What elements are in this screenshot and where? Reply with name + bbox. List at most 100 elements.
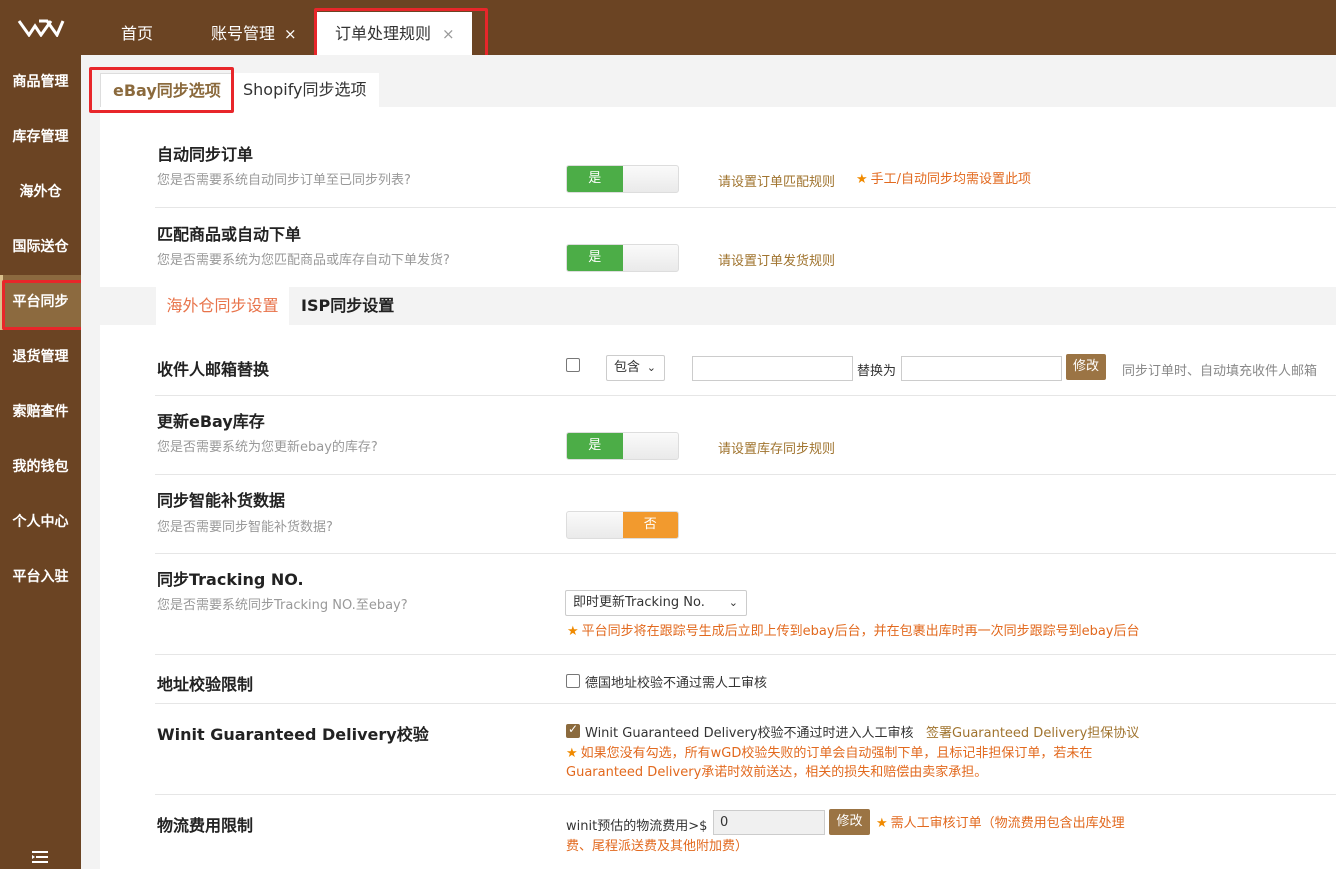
collapse-menu-icon[interactable] [32, 851, 48, 863]
tab-isp-sync-settings[interactable]: ISP同步设置 [301, 287, 394, 325]
tab-account-management[interactable]: 账号管理 × [211, 12, 297, 55]
logistics-title: 物流费用限制 [157, 816, 254, 835]
guaranteed-title: Winit Guaranteed Delivery校验 [157, 725, 429, 744]
sidebar-item-international[interactable]: 国际送仓 [0, 220, 81, 275]
match-subtitle: 您是否需要系统为您匹配商品或库存自动下单发货? [157, 253, 450, 268]
subtab-label: eBay同步选项 [113, 81, 221, 100]
sidebar: 商品管理 库存管理 海外仓 国际送仓 平台同步 退货管理 索赔查件 我的钱包 个… [0, 55, 81, 869]
sidebar-item-platform-sync[interactable]: 平台同步 [0, 275, 81, 330]
stock-sync-rule-link[interactable]: 请设置库存同步规则 [718, 438, 835, 457]
ebay-stock-title: 更新eBay库存 [157, 412, 265, 431]
chevron-down-icon: ⌄ [646, 361, 656, 374]
toggle-off-label: 否 [622, 512, 678, 538]
divider [155, 553, 1336, 554]
tab-order-rules[interactable]: 订单处理规则 × [316, 12, 472, 55]
guaranteed-note: ★ 如果您没有勾选，所有wGD校验失败的订单会自动强制下单，且标记非担保订单，若未… [566, 744, 1092, 782]
subtab-shopify-sync[interactable]: Shopify同步选项 [231, 73, 379, 107]
tab-label: 首页 [121, 24, 154, 43]
subtab-ebay-sync[interactable]: eBay同步选项 [100, 73, 234, 107]
toggle-on-label: 是 [567, 433, 623, 459]
star-icon: ★ [567, 624, 579, 639]
toggle-knob [623, 166, 679, 192]
sidebar-item-label: 库存管理 [12, 129, 69, 145]
address-check-label: 德国地址校验不通过需人工审核 [585, 676, 768, 691]
email-replace-checkbox[interactable] [566, 358, 580, 372]
auto-sync-note: ★ 手工/自动同步均需设置此项 [856, 170, 1031, 189]
guaranteed-agreement-link[interactable]: 签署Guaranteed Delivery担保协议 [926, 722, 1139, 741]
star-icon: ★ [856, 172, 868, 187]
auto-sync-toggle[interactable]: 是 [566, 165, 679, 193]
tracking-mode-select[interactable]: 即时更新Tracking No. ⌄ [565, 590, 747, 616]
guaranteed-checkbox[interactable] [566, 722, 580, 738]
tracking-subtitle: 您是否需要系统同步Tracking NO.至ebay? [157, 598, 408, 613]
match-title: 匹配商品或自动下单 [157, 225, 302, 244]
logo[interactable] [0, 0, 81, 55]
sidebar-item-label: 退货管理 [12, 349, 69, 365]
logistics-modify-button[interactable]: 修改 [829, 809, 870, 835]
toggle-knob [567, 512, 623, 538]
sidebar-item-overseas-warehouse[interactable]: 海外仓 [0, 165, 81, 220]
divider [155, 703, 1336, 704]
sidebar-item-onboarding[interactable]: 平台入驻 [0, 550, 81, 605]
star-icon: ★ [566, 746, 578, 761]
sidebar-item-label: 平台入驻 [12, 569, 69, 585]
sidebar-item-wallet[interactable]: 我的钱包 [0, 440, 81, 495]
select-value: 即时更新Tracking No. [573, 595, 705, 610]
sidebar-item-returns[interactable]: 退货管理 [0, 330, 81, 385]
divider [155, 794, 1336, 795]
logistics-note-line2: 费、尾程派送费及其他附加费） [566, 839, 749, 854]
tab-home[interactable]: 首页 [121, 12, 153, 55]
select-value: 包含 [614, 360, 641, 375]
sidebar-item-products[interactable]: 商品管理 [0, 55, 81, 110]
close-icon[interactable]: × [284, 25, 297, 43]
match-toggle[interactable]: 是 [566, 244, 679, 272]
email-match-select[interactable]: 包含 ⌄ [606, 355, 665, 381]
address-check-title: 地址校验限制 [157, 675, 254, 694]
sidebar-item-inventory[interactable]: 库存管理 [0, 110, 81, 165]
shipping-rule-link[interactable]: 请设置订单发货规则 [718, 250, 835, 269]
tracking-note-text: 平台同步将在跟踪号生成后立即上传到ebay后台，并在包裹出库时再一次同步跟踪号到… [581, 624, 1140, 639]
sidebar-item-profile[interactable]: 个人中心 [0, 495, 81, 550]
sidebar-item-label: 国际送仓 [12, 239, 69, 255]
email-replace-title: 收件人邮箱替换 [157, 360, 270, 379]
close-icon[interactable]: × [442, 25, 455, 43]
guaranteed-note-line2: Guaranteed Delivery承诺时效前送达，相关的损失和赔偿由卖家承担… [566, 765, 988, 780]
tab-label: 订单处理规则 [335, 24, 432, 43]
replenish-toggle[interactable]: 否 [566, 511, 679, 539]
tab-overseas-sync-settings[interactable]: 海外仓同步设置 [156, 287, 289, 325]
guaranteed-label: Winit Guaranteed Delivery校验不通过时进入人工审核 [585, 726, 914, 741]
ebay-stock-subtitle: 您是否需要系统为您更新ebay的库存? [157, 440, 378, 455]
email-modify-button[interactable]: 修改 [1066, 354, 1106, 380]
email-match-input[interactable] [692, 356, 853, 381]
order-match-rule-link[interactable]: 请设置订单匹配规则 [718, 171, 835, 190]
toggle-on-label: 是 [567, 166, 623, 192]
star-icon: ★ [876, 816, 888, 831]
address-check-checkbox[interactable] [566, 674, 580, 688]
sidebar-item-label: 我的钱包 [12, 459, 69, 475]
sidebar-item-label: 索赔查件 [12, 404, 69, 420]
divider [155, 474, 1336, 475]
toggle-knob [623, 433, 679, 459]
toggle-knob [623, 245, 679, 271]
auto-sync-title: 自动同步订单 [157, 145, 254, 164]
content-gutter [81, 55, 100, 869]
logistics-fee-input[interactable]: 0 [713, 810, 825, 835]
divider [155, 207, 1336, 208]
toggle-on-label: 是 [567, 245, 623, 271]
top-bar: 首页 账号管理 × 订单处理规则 × [0, 0, 1336, 55]
logistics-note-line1: 需人工审核订单（物流费用包含出库处理 [890, 816, 1125, 831]
replenish-subtitle: 您是否需要同步智能补货数据? [157, 520, 333, 535]
ebay-stock-toggle[interactable]: 是 [566, 432, 679, 460]
tracking-title: 同步Tracking NO. [157, 570, 304, 589]
tab-label: 账号管理 [211, 24, 276, 43]
subtab-label: Shopify同步选项 [243, 80, 367, 99]
logistics-note: ★ 需人工审核订单（物流费用包含出库处理 [876, 814, 1125, 833]
sidebar-item-claims[interactable]: 索赔查件 [0, 385, 81, 440]
sidebar-item-label: 平台同步 [12, 294, 69, 310]
replace-with-label: 替换为 [857, 364, 897, 379]
w-logo-icon [17, 19, 64, 37]
sidebar-item-label: 商品管理 [12, 74, 69, 90]
email-replace-input[interactable] [901, 356, 1062, 381]
sidebar-item-label: 个人中心 [12, 514, 69, 530]
tracking-note: ★ 平台同步将在跟踪号生成后立即上传到ebay后台，并在包裹出库时再一次同步跟踪号… [567, 622, 1139, 641]
